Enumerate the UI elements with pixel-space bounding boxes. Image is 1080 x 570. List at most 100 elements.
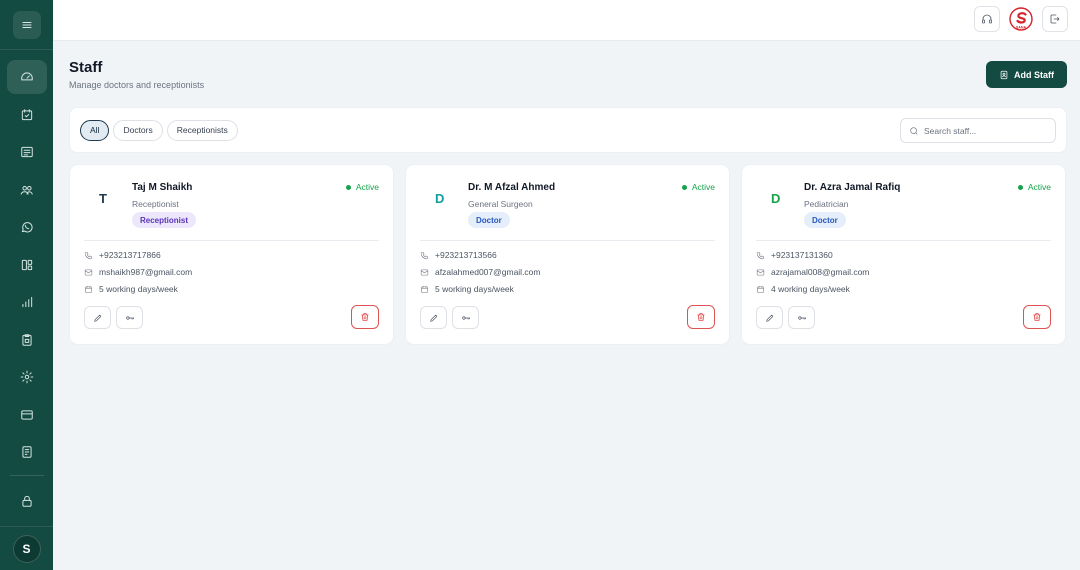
card-divider xyxy=(84,240,379,241)
main-content: Staff Manage doctors and receptionists A… xyxy=(53,41,1080,570)
sidebar-nav xyxy=(0,50,53,518)
edit-staff-button[interactable] xyxy=(420,306,447,329)
sidebar-item-reports[interactable] xyxy=(7,285,47,319)
sidebar-item-lock[interactable] xyxy=(7,484,47,518)
sidebar-item-clipboard[interactable] xyxy=(7,323,47,357)
staff-role: Pediatrician xyxy=(804,199,849,209)
filter-chip-doctors[interactable]: Doctors xyxy=(113,119,163,141)
staff-role: Receptionist xyxy=(132,199,179,209)
user-avatar[interactable]: S xyxy=(12,534,41,563)
document-icon xyxy=(21,446,32,458)
topbar-actions: SANA xyxy=(974,6,1068,32)
brand-logo[interactable]: SANA xyxy=(1009,7,1033,31)
staff-phone-value: +923213713566 xyxy=(435,250,497,260)
hamburger-icon xyxy=(21,21,32,28)
sidebar-item-whatsapp[interactable] xyxy=(7,210,47,244)
add-staff-button[interactable]: Add Staff xyxy=(986,61,1067,88)
staff-phone: +923213713566 xyxy=(420,250,497,260)
staff-schedule: 5 working days/week xyxy=(420,284,514,294)
sidebar-item-layout[interactable] xyxy=(7,248,47,282)
status-label: Active xyxy=(691,182,715,192)
delete-staff-button[interactable] xyxy=(687,305,715,329)
search-box xyxy=(900,118,1056,143)
reset-password-button[interactable] xyxy=(788,306,815,329)
status-badge: Active xyxy=(345,182,379,192)
layout-icon xyxy=(21,259,32,270)
support-button[interactable] xyxy=(974,6,1000,32)
key-icon xyxy=(125,315,134,320)
sidebar-item-patients[interactable] xyxy=(7,173,47,207)
reset-password-button[interactable] xyxy=(452,306,479,329)
trash-icon xyxy=(697,313,705,321)
staff-schedule-value: 4 working days/week xyxy=(771,284,850,294)
sidebar-divider xyxy=(9,475,44,476)
sidebar-item-dashboard[interactable] xyxy=(6,60,47,94)
status-label: Active xyxy=(1027,182,1051,192)
staff-email-value: azrajamal008@gmail.com xyxy=(771,267,870,277)
sidebar-item-billing[interactable] xyxy=(7,398,47,432)
page-title: Staff xyxy=(69,59,103,76)
whatsapp-icon xyxy=(21,222,33,233)
add-staff-label: Add Staff xyxy=(1014,69,1054,80)
calendar-icon xyxy=(21,108,32,120)
key-icon xyxy=(797,315,806,320)
staff-initial: T xyxy=(99,191,107,206)
sidebar-item-settings[interactable] xyxy=(7,360,47,394)
staff-initial: D xyxy=(771,191,781,206)
calendar-icon xyxy=(421,285,428,293)
delete-staff-button[interactable] xyxy=(1023,305,1051,329)
staff-card: T Taj M Shaikh Receptionist Receptionist… xyxy=(69,164,394,345)
search-icon xyxy=(910,126,918,135)
status-badge: Active xyxy=(681,182,715,192)
filter-chip-receptionists[interactable]: Receptionists xyxy=(166,119,238,141)
lock-icon xyxy=(21,495,32,507)
staff-type-badge: Doctor xyxy=(468,212,510,228)
status-dot xyxy=(1017,184,1023,190)
trash-icon xyxy=(1033,313,1041,321)
staff-email: mshaikh987@gmail.com xyxy=(84,267,192,277)
staff-card: D Dr. M Afzal Ahmed General Surgeon Doct… xyxy=(405,164,730,345)
status-dot xyxy=(345,184,351,190)
topbar: SANA xyxy=(53,0,1080,41)
logout-button[interactable] xyxy=(1042,6,1068,32)
sidebar-item-appointments[interactable] xyxy=(7,98,47,132)
status-dot xyxy=(681,184,687,190)
phone-icon xyxy=(84,251,92,259)
clipboard-icon xyxy=(21,333,32,346)
search-input[interactable] xyxy=(924,125,1044,136)
staff-schedule: 4 working days/week xyxy=(756,284,850,294)
mail-icon xyxy=(756,269,765,275)
bar-chart-icon xyxy=(21,296,32,308)
reset-password-button[interactable] xyxy=(116,306,143,329)
staff-email: afzalahmed007@gmail.com xyxy=(420,267,541,277)
sidebar-item-documents[interactable] xyxy=(7,435,47,469)
users-icon xyxy=(20,185,33,195)
pencil-icon xyxy=(93,314,101,322)
calendar-icon xyxy=(85,285,92,293)
sidebar: S xyxy=(0,0,53,570)
staff-card: D Dr. Azra Jamal Rafiq Pediatrician Doct… xyxy=(741,164,1066,345)
staff-name: Taj M Shaikh xyxy=(132,182,193,193)
menu-toggle-button[interactable] xyxy=(12,10,41,39)
staff-phone-value: +923137131360 xyxy=(771,250,833,260)
sidebar-item-records[interactable] xyxy=(7,135,47,169)
brand-logo-text: SANA xyxy=(1016,25,1027,29)
staff-card-list: T Taj M Shaikh Receptionist Receptionist… xyxy=(69,164,1067,345)
staff-name: Dr. Azra Jamal Rafiq xyxy=(804,182,901,193)
edit-staff-button[interactable] xyxy=(84,306,111,329)
status-badge: Active xyxy=(1017,182,1051,192)
staff-type-badge: Doctor xyxy=(804,212,846,228)
add-user-icon xyxy=(1000,70,1008,79)
edit-staff-button[interactable] xyxy=(756,306,783,329)
staff-schedule: 5 working days/week xyxy=(84,284,178,294)
key-icon xyxy=(461,315,470,320)
phone-icon xyxy=(420,251,428,259)
staff-initial: D xyxy=(435,191,445,206)
status-label: Active xyxy=(355,182,379,192)
sidebar-footer: S xyxy=(0,526,53,570)
filter-chip-all[interactable]: All xyxy=(80,119,110,141)
dashboard-icon xyxy=(20,72,33,81)
delete-staff-button[interactable] xyxy=(351,305,379,329)
mail-icon xyxy=(420,269,429,275)
logout-icon xyxy=(1050,14,1060,24)
